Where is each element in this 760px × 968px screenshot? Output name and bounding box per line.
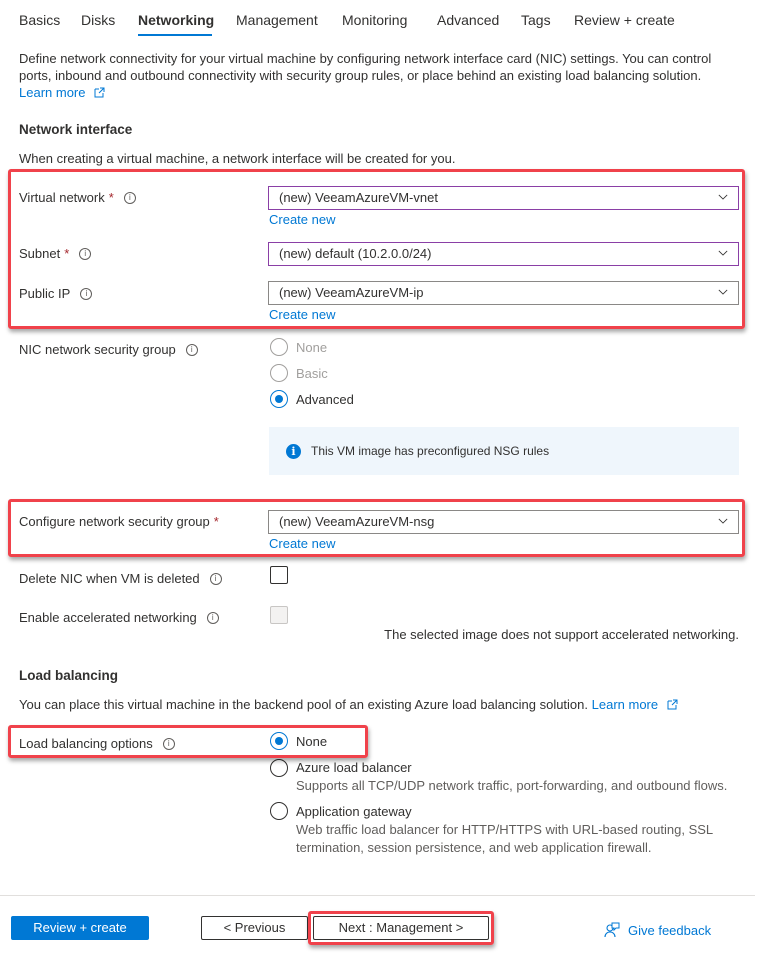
tab-advanced[interactable]: Advanced	[437, 12, 499, 28]
nsg-info-text: This VM image has preconfigured NSG rule…	[311, 444, 550, 458]
delete-nic-label-text: Delete NIC when VM is deleted	[19, 571, 200, 586]
subnet-label: Subnet * i	[19, 246, 92, 261]
configure-nsg-value: (new) VeeamAzureVM-nsg	[279, 514, 435, 529]
info-icon[interactable]: i	[80, 287, 93, 300]
subnet-dropdown[interactable]: (new) default (10.2.0.0/24)	[268, 242, 739, 266]
tab-management[interactable]: Management	[236, 12, 318, 28]
delete-nic-checkbox[interactable]	[270, 566, 288, 584]
network-interface-heading: Network interface	[19, 122, 133, 137]
next-management-button[interactable]: Next : Management >	[313, 916, 489, 940]
info-icon[interactable]: i	[123, 191, 136, 204]
nic-nsg-radio-advanced[interactable]	[270, 390, 288, 408]
lb-azure-load-balancer-description: Supports all TCP/UDP network traffic, po…	[296, 778, 728, 793]
nic-nsg-radio-none-label: None	[296, 340, 328, 355]
lb-radio-azure-load-balancer-label: Azure load balancer	[296, 760, 412, 775]
virtual-network-label-text: Virtual network	[19, 190, 105, 205]
info-icon[interactable]: i	[209, 572, 222, 585]
tab-review-create[interactable]: Review + create	[574, 12, 675, 28]
subnet-value: (new) default (10.2.0.0/24)	[279, 246, 432, 261]
network-interface-description: When creating a virtual machine, a netwo…	[19, 151, 456, 166]
info-icon[interactable]: i	[79, 247, 92, 260]
public-ip-value: (new) VeeamAzureVM-ip	[279, 285, 424, 300]
required-marker: *	[108, 190, 114, 205]
tab-disks[interactable]: Disks	[81, 12, 115, 28]
intro-learn-more-link[interactable]: Learn more	[19, 84, 105, 101]
lb-radio-application-gateway-label: Application gateway	[296, 804, 412, 819]
tab-basics[interactable]: Basics	[19, 12, 60, 28]
lb-application-gateway-description-2: termination, session persistence, and we…	[296, 840, 652, 855]
public-ip-dropdown[interactable]: (new) VeeamAzureVM-ip	[268, 281, 739, 305]
footer-divider	[0, 895, 755, 896]
nic-nsg-radio-basic[interactable]	[270, 364, 288, 382]
nic-nsg-radio-none[interactable]	[270, 338, 288, 356]
accelerated-networking-label-text: Enable accelerated networking	[19, 610, 197, 625]
accelerated-networking-note: The selected image does not support acce…	[384, 627, 739, 642]
previous-button[interactable]: < Previous	[201, 916, 308, 940]
load-balancing-options-label-text: Load balancing options	[19, 736, 153, 751]
virtual-network-dropdown[interactable]: (new) VeeamAzureVM-vnet	[268, 186, 739, 210]
public-ip-label-text: Public IP	[19, 286, 71, 301]
public-ip-create-new-link[interactable]: Create new	[269, 307, 335, 322]
nic-nsg-radio-advanced-label: Advanced	[296, 392, 354, 407]
nic-nsg-radio-basic-label: Basic	[296, 366, 328, 381]
virtual-network-value: (new) VeeamAzureVM-vnet	[279, 190, 438, 205]
tab-tags[interactable]: Tags	[521, 12, 551, 28]
chevron-down-icon	[718, 250, 728, 256]
load-balancing-description-text: You can place this virtual machine in th…	[19, 697, 589, 712]
external-link-icon	[94, 87, 105, 98]
lb-radio-azure-load-balancer[interactable]	[270, 759, 288, 777]
chevron-down-icon	[718, 518, 728, 524]
configure-nsg-label: Configure network security group *	[19, 514, 219, 529]
lb-application-gateway-description-1: Web traffic load balancer for HTTP/HTTPS…	[296, 822, 714, 837]
accelerated-networking-label: Enable accelerated networking i	[19, 610, 219, 625]
info-icon[interactable]: i	[162, 737, 175, 750]
info-filled-icon: i	[286, 443, 301, 459]
chevron-down-icon	[718, 289, 728, 295]
configure-nsg-dropdown[interactable]: (new) VeeamAzureVM-nsg	[268, 510, 739, 534]
configure-nsg-create-new-link[interactable]: Create new	[269, 536, 335, 551]
learn-more-label[interactable]: Learn more	[19, 85, 85, 100]
external-link-icon	[667, 699, 678, 710]
info-icon[interactable]: i	[185, 343, 198, 356]
active-tab-indicator	[138, 34, 212, 36]
subnet-label-text: Subnet	[19, 246, 61, 261]
nic-nsg-label: NIC network security group i	[19, 342, 198, 357]
nsg-info-message: i This VM image has preconfigured NSG ru…	[269, 427, 739, 475]
info-icon[interactable]: i	[206, 611, 219, 624]
give-feedback-link[interactable]: Give feedback	[604, 922, 711, 938]
tab-networking[interactable]: Networking	[138, 12, 214, 28]
required-marker: *	[213, 514, 219, 529]
feedback-icon	[604, 922, 620, 938]
give-feedback-label[interactable]: Give feedback	[628, 923, 711, 938]
accelerated-networking-checkbox[interactable]	[270, 606, 288, 624]
load-balancing-description: You can place this virtual machine in th…	[19, 696, 678, 713]
lb-radio-none[interactable]	[270, 732, 288, 750]
load-balancing-learn-more-link[interactable]: Learn more	[592, 697, 658, 712]
delete-nic-label: Delete NIC when VM is deleted i	[19, 571, 222, 586]
review-create-button[interactable]: Review + create	[11, 916, 149, 940]
intro-line-1: Define network connectivity for your vir…	[19, 51, 712, 66]
lb-radio-none-label: None	[296, 734, 328, 749]
tab-monitoring[interactable]: Monitoring	[342, 12, 407, 28]
load-balancing-heading: Load balancing	[19, 668, 119, 683]
nic-nsg-label-text: NIC network security group	[19, 342, 176, 357]
virtual-network-label: Virtual network * i	[19, 190, 136, 205]
configure-nsg-label-text: Configure network security group	[19, 514, 210, 529]
public-ip-label: Public IP i	[19, 286, 93, 301]
required-marker: *	[64, 246, 70, 261]
virtual-network-create-new-link[interactable]: Create new	[269, 212, 335, 227]
load-balancing-options-label: Load balancing options i	[19, 736, 175, 751]
intro-line-2: ports, inbound and outbound connectivity…	[19, 68, 702, 83]
lb-radio-application-gateway[interactable]	[270, 802, 288, 820]
chevron-down-icon	[718, 194, 728, 200]
